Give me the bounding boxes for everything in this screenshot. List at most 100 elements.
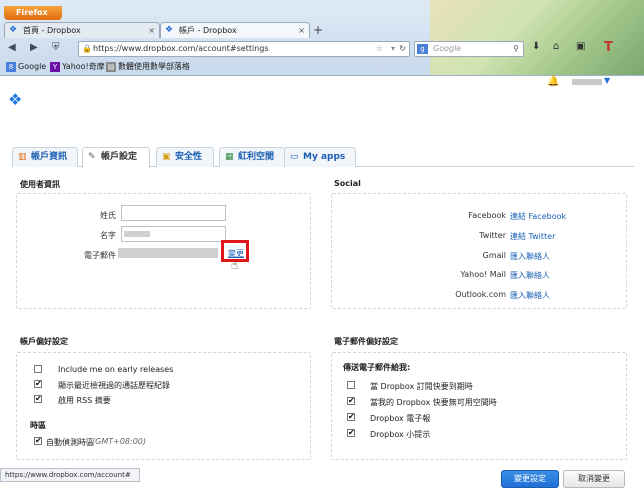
translate-icon[interactable]: T: [604, 40, 613, 55]
forward-icon[interactable]: ▶: [30, 42, 38, 53]
tab-label: 紅利空間: [238, 152, 275, 162]
bell-icon[interactable]: 🔔: [547, 76, 559, 87]
tab-my-apps[interactable]: ▭ My apps: [284, 147, 356, 167]
given-name-field[interactable]: [121, 226, 226, 242]
timezone-title: 時區: [30, 421, 46, 430]
hand-cursor-icon: ☝: [231, 258, 239, 272]
search-icon[interactable]: ⚲: [513, 42, 519, 56]
newsletter-label: Dropbox 電子報: [370, 414, 431, 423]
lock-icon: ▣: [162, 152, 171, 162]
tab-account[interactable]: ❖ 帳戶 - Dropbox ×: [160, 22, 310, 38]
back-icon[interactable]: ◀: [8, 42, 16, 53]
low-space-label: 當我的 Dropbox 快要無可用空間時: [370, 398, 497, 407]
given-name-label: 名字: [100, 231, 116, 240]
renewal-checkbox[interactable]: [347, 381, 355, 389]
tips-label: Dropbox 小提示: [370, 430, 431, 439]
close-icon[interactable]: ×: [148, 23, 155, 38]
bookmark-label: Yahoo!奇摩: [62, 62, 105, 71]
wrench-icon: ✎: [88, 152, 96, 162]
status-bar: https://www.dropbox.com/account#: [0, 468, 140, 482]
download-icon[interactable]: ⬇: [532, 41, 540, 52]
user-info-title: 使用者資訊: [20, 180, 60, 189]
surname-label: 姓氏: [100, 211, 116, 220]
new-tab-button[interactable]: +: [313, 24, 323, 36]
bookmarks-menu-icon[interactable]: ▣: [576, 41, 585, 52]
bookmark-yahoo[interactable]: Y Yahoo!奇摩: [50, 61, 105, 73]
monitor-icon: ▭: [290, 152, 299, 162]
dropbox-icon: ❖: [165, 25, 174, 35]
bookmark-label: Google: [18, 62, 47, 71]
blog-icon: ▤: [106, 62, 116, 72]
renewal-label: 當 Dropbox 訂閱快要到期時: [370, 382, 473, 391]
shield-icon[interactable]: ⛨: [52, 42, 60, 53]
browser-chrome: Firefox ❖ 首頁 - Dropbox × ❖ 帳戶 - Dropbox …: [0, 0, 644, 76]
tab-label: My apps: [303, 152, 346, 162]
tab-security[interactable]: ▣ 安全性: [156, 147, 214, 167]
bookmarks-toolbar: 8 Google Y Yahoo!奇摩 ▤ 數體使用數學部落格: [0, 59, 644, 75]
import-yahoo-link[interactable]: 匯入聯絡人: [510, 270, 550, 281]
bookmark-blog[interactable]: ▤ 數體使用數學部落格: [106, 61, 190, 73]
low-space-checkbox[interactable]: ✔: [347, 397, 355, 405]
tab-account-settings[interactable]: ✎ 帳戶設定: [82, 147, 150, 168]
google-icon: 8: [6, 62, 16, 72]
early-releases-checkbox[interactable]: [34, 365, 42, 373]
social-label: Gmail: [482, 251, 506, 260]
import-gmail-link[interactable]: 匯入聯絡人: [510, 251, 550, 262]
connect-twitter-link[interactable]: 連結 Twitter: [510, 231, 555, 242]
tab-bonus-space[interactable]: ▦ 紅利空間: [219, 147, 285, 167]
email-value-redacted: [118, 248, 218, 258]
timezone-label: 自動偵測時區: [46, 438, 94, 447]
settings-tabs: ▥ 帳戶資訊 ✎ 帳戶設定 ▣ 安全性 ▦ 紅利空間 ▭ My apps: [12, 147, 634, 168]
timezone-checkbox[interactable]: ✔: [34, 437, 42, 445]
tab-home[interactable]: ❖ 首頁 - Dropbox ×: [4, 22, 160, 38]
connect-facebook-link[interactable]: 連結 Facebook: [510, 211, 566, 222]
firefox-menu-button[interactable]: Firefox: [4, 6, 62, 20]
google-icon: g: [417, 44, 428, 54]
gift-icon: ▦: [225, 152, 234, 162]
bar-chart-icon: ▥: [18, 152, 27, 162]
social-label: Facebook: [468, 211, 506, 220]
bookmark-google[interactable]: 8 Google: [6, 61, 46, 73]
dropbox-icon: ❖: [9, 25, 18, 35]
social-label: Yahoo! Mail: [460, 270, 506, 279]
dropdown-icon[interactable]: ▾: [391, 42, 395, 56]
search-placeholder: Google: [433, 44, 462, 53]
import-outlook-link[interactable]: 匯入聯絡人: [510, 290, 550, 301]
tab-label: 帳戶資訊: [31, 152, 68, 162]
email-label: 電子郵件: [84, 251, 116, 260]
search-input[interactable]: g Google ⚲: [414, 41, 524, 57]
early-releases-label: Include me on early releases: [58, 365, 174, 374]
username-redacted[interactable]: [572, 79, 602, 85]
social-title: Social: [334, 179, 361, 188]
save-settings-button[interactable]: 變更設定: [501, 470, 559, 488]
navigation-bar: ◀ ▶ ⛨ 🔒 https://www.dropbox.com/account#…: [0, 39, 644, 59]
tab-label: 帳戶設定: [101, 152, 138, 162]
newsletter-checkbox[interactable]: ✔: [347, 413, 355, 421]
address-bar[interactable]: 🔒 https://www.dropbox.com/account#settin…: [78, 41, 410, 57]
tab-account-info[interactable]: ▥ 帳戶資訊: [12, 147, 78, 167]
timezone-value: (GMT+08:00): [92, 437, 146, 446]
social-label: Twitter: [479, 231, 506, 240]
reload-icon[interactable]: ↻: [399, 42, 406, 56]
tab-label: 首頁 - Dropbox: [23, 26, 81, 35]
email-prefs-title: 電子郵件偏好設定: [334, 337, 398, 346]
home-icon[interactable]: ⌂: [553, 41, 559, 52]
recent-history-checkbox[interactable]: ✔: [34, 380, 42, 388]
tab-label: 安全性: [175, 152, 203, 162]
address-text: https://www.dropbox.com/account#settings: [93, 44, 269, 53]
bookmark-label: 數體使用數學部落格: [118, 62, 190, 71]
yahoo-icon: Y: [50, 62, 60, 72]
social-label: Outlook.com: [455, 290, 506, 299]
email-prefs-subtitle: 傳送電子郵件給我:: [343, 363, 411, 372]
tab-label: 帳戶 - Dropbox: [179, 26, 237, 35]
star-icon[interactable]: ☆: [376, 42, 383, 56]
rss-checkbox[interactable]: ✔: [34, 395, 42, 403]
dropbox-logo-icon[interactable]: ❖: [8, 90, 28, 110]
account-prefs-title: 帳戶偏好設定: [20, 337, 68, 346]
cancel-changes-button[interactable]: 取消變更: [563, 470, 625, 488]
surname-field[interactable]: [121, 205, 226, 221]
chevron-down-icon[interactable]: ▼: [604, 76, 610, 85]
close-icon[interactable]: ×: [298, 23, 305, 38]
tips-checkbox[interactable]: ✔: [347, 429, 355, 437]
rss-label: 啟用 RSS 摘要: [58, 396, 111, 405]
